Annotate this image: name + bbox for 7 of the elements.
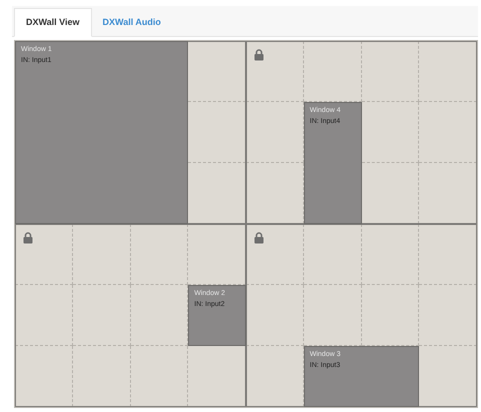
lock-icon: [254, 49, 264, 61]
grid-cell: [72, 285, 130, 346]
lock-icon: [23, 232, 33, 244]
grid-cell: [362, 224, 420, 285]
tab[interactable]: DXWall Audio: [92, 9, 172, 36]
lock-icon: [254, 232, 264, 244]
tab[interactable]: DXWall View: [14, 8, 92, 37]
